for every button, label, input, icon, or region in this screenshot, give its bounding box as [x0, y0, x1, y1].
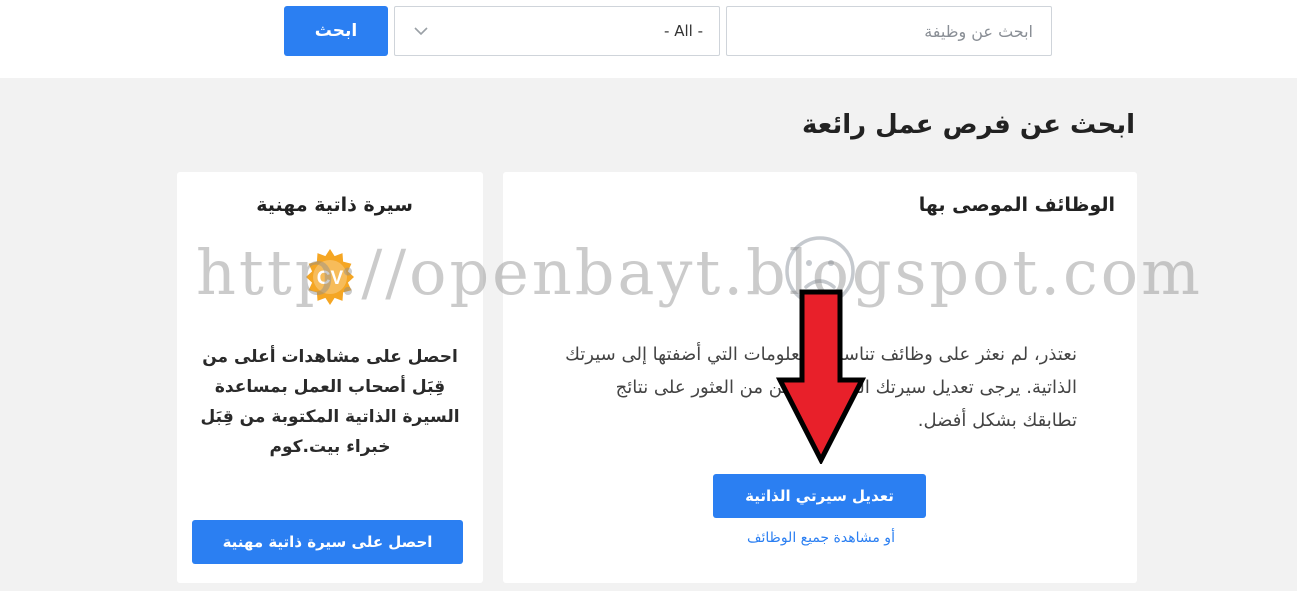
cv-card-description: احصل على مشاهدات أعلى من قِبَل أصحاب الع…	[200, 347, 460, 457]
recommended-jobs-title: الوظائف الموصى بها	[918, 194, 1115, 216]
page-title: ابحث عن فرص عمل رائعة	[802, 110, 1135, 140]
cv-card-title: سيرة ذاتية مهنية	[256, 194, 413, 216]
sad-face-icon	[785, 236, 855, 306]
view-all-jobs-link[interactable]: أو مشاهدة جميع الوظائف	[731, 530, 911, 546]
get-professional-cv-button[interactable]: احصل على سيرة ذاتية مهنية	[192, 520, 463, 564]
cv-badge-text: CV	[317, 268, 344, 289]
professional-cv-card: سيرة ذاتية مهنية CV احصل على مشاهدات أعل…	[177, 172, 483, 583]
search-button[interactable]: ابحث	[284, 6, 388, 56]
job-search-input[interactable]	[726, 6, 1052, 56]
recommended-jobs-card: الوظائف الموصى بها نعتذر، لم نعثر على وظ…	[503, 172, 1137, 583]
no-jobs-message: نعتذر، لم نعثر على وظائف تناسب المعلومات…	[565, 344, 1077, 431]
cv-badge-icon: CV	[306, 249, 354, 305]
category-select[interactable]: - All -	[394, 6, 720, 56]
search-bar: - All - ابحث	[0, 0, 1297, 78]
chevron-down-icon	[414, 27, 428, 36]
edit-cv-button[interactable]: تعديل سيرتي الذاتية	[713, 474, 926, 518]
select-value: - All -	[664, 22, 703, 40]
